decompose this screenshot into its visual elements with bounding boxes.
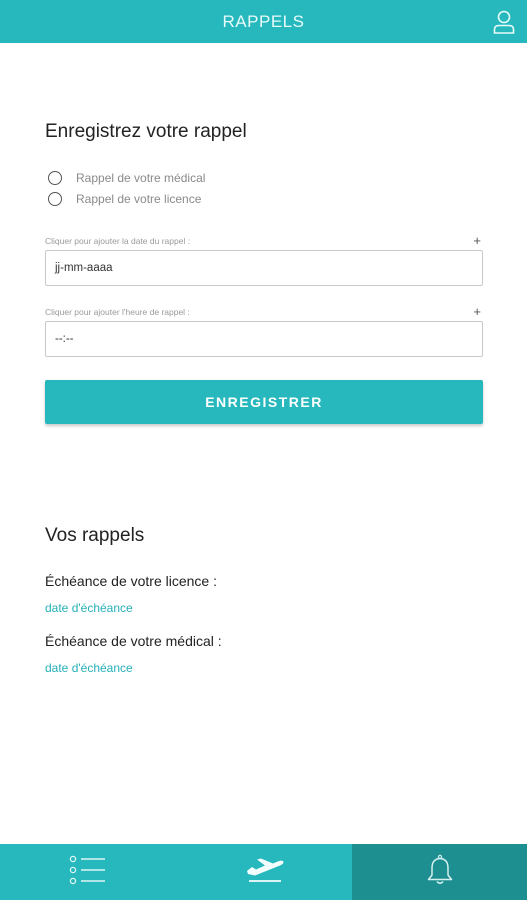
bottom-nav [0,844,527,900]
app-header: RAPPELS [0,0,527,43]
app-screen: RAPPELS Enregistrez votre rappel Rappel … [0,0,527,900]
nav-item-list[interactable] [0,844,176,900]
radio-button[interactable] [48,192,62,206]
radio-licence[interactable]: Rappel de votre licence [48,190,201,208]
medical-expiry-date[interactable]: date d'échéance [45,661,133,675]
licence-expiry-date[interactable]: date d'échéance [45,601,133,615]
radio-label: Rappel de votre licence [76,192,202,206]
add-time-plus[interactable]: + [473,305,481,318]
medical-expiry-label: Échéance de votre médical : [45,633,222,649]
list-icon [69,855,107,890]
nav-item-reminders[interactable] [352,844,527,900]
licence-expiry-label: Échéance de votre licence : [45,573,217,589]
form-title: Enregistrez votre rappel [45,121,247,142]
airplane-icon [243,855,285,890]
radio-button[interactable] [48,171,62,185]
radio-label: Rappel de votre médical [76,171,206,185]
save-button[interactable]: ENREGISTRER [45,380,483,424]
date-field-label: Cliquer pour ajouter la date du rappel : [45,236,191,246]
page-title: RAPPELS [222,11,305,31]
time-input[interactable]: --:-- [45,321,483,357]
radio-medical[interactable]: Rappel de votre médical [48,169,205,187]
date-input[interactable]: jj-mm-aaaa [45,250,483,286]
user-icon[interactable] [492,9,516,35]
add-date-plus[interactable]: + [473,234,481,247]
bell-icon [426,854,454,891]
nav-item-flight[interactable] [176,844,352,900]
time-field-label: Cliquer pour ajouter l'heure de rappel : [45,307,190,317]
reminders-title: Vos rappels [45,525,145,546]
time-input-value: --:-- [55,333,74,345]
date-input-value: jj-mm-aaaa [55,262,113,274]
